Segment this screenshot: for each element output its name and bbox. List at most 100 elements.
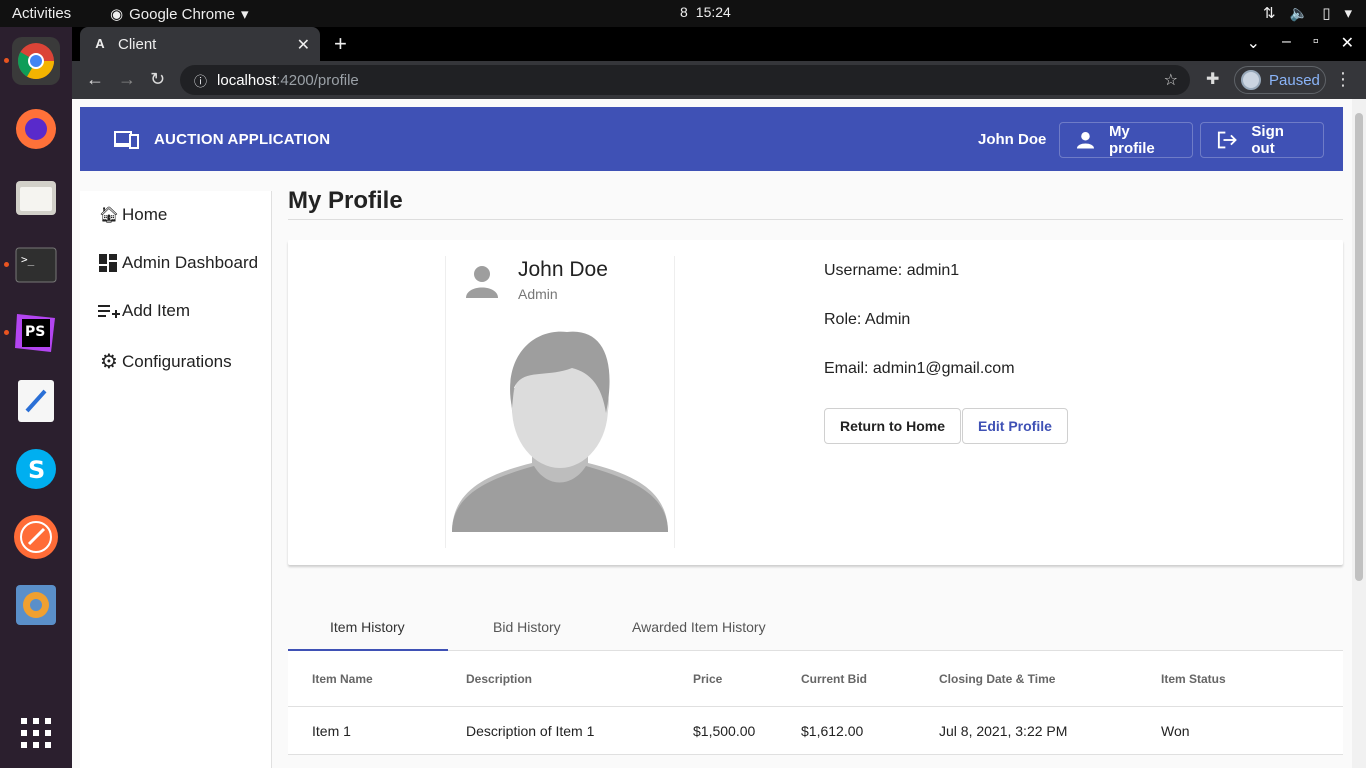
logout-icon <box>1217 131 1237 149</box>
username-text: Username: admin1 <box>824 262 960 279</box>
sign-out-button[interactable]: Sign out <box>1200 122 1324 158</box>
home-icon: 🏠︎ <box>98 207 120 224</box>
app-header: AUCTION APPLICATION John Doe My profile … <box>80 107 1343 171</box>
table-cell: Item 1 <box>312 723 351 739</box>
edit-profile-button[interactable]: Edit Profile <box>962 408 1068 444</box>
window-controls: ⌄ – ▫ ✕ <box>1247 33 1354 53</box>
bookmark-star-icon[interactable]: ☆ <box>1164 70 1178 90</box>
phpstorm-dock-icon[interactable]: PS <box>12 309 60 357</box>
table-cell: Jul 8, 2021, 3:22 PM <box>939 723 1068 739</box>
table-row[interactable]: Item 1 Description of Item 1 $1,500.00 $… <box>288 707 1343 755</box>
site-info-icon[interactable]: ⓘ <box>194 71 207 90</box>
close-window-icon[interactable]: ✕ <box>1341 33 1354 53</box>
files-dock-icon[interactable] <box>12 173 60 221</box>
tab-bid-history[interactable]: Bid History <box>493 619 561 635</box>
column-header[interactable]: Item Status <box>1161 672 1226 686</box>
app-menu-label: Google Chrome <box>129 5 235 23</box>
sidenav-item-add-item[interactable]: Add Item <box>98 301 190 321</box>
volume-icon: 🔈 <box>1289 5 1309 22</box>
angular-favicon-icon: A <box>95 36 105 51</box>
history-tabs: Item History Bid History Awarded Item Hi… <box>288 603 1343 651</box>
text-editor-dock-icon[interactable] <box>12 377 60 425</box>
reload-icon[interactable]: ↻ <box>150 69 165 90</box>
power-menu-chevron-icon: ▾ <box>1344 5 1352 22</box>
profile-card: John Doe Admin Username: admin1 Role: Ad… <box>288 240 1343 565</box>
show-apps-grid-icon[interactable] <box>12 709 60 757</box>
postman-dock-icon[interactable] <box>12 513 60 561</box>
column-header[interactable]: Price <box>693 672 722 686</box>
system-top-bar: Activities ◉ Google Chrome ▾ 8 15:24 ⇅ 🔈… <box>0 0 1366 27</box>
my-profile-label: My profile <box>1108 123 1155 157</box>
battery-icon: ▯ <box>1322 5 1331 22</box>
column-header[interactable]: Item Name <box>312 672 373 686</box>
forward-arrow-icon[interactable]: → <box>118 69 136 90</box>
column-header[interactable]: Closing Date & Time <box>939 672 1055 686</box>
role-text: Role: Admin <box>824 311 911 328</box>
browser-toolbar: ← → ↻ ⓘ localhost:4200/profile ☆ ✚ Pause… <box>72 61 1366 99</box>
network-icon: ⇅ <box>1262 5 1276 22</box>
avatar-large <box>452 331 668 532</box>
dock: >_ PS S <box>0 27 72 768</box>
svg-text:PS: PS <box>25 324 45 340</box>
column-header[interactable]: Current Bid <box>801 672 867 686</box>
sidenav-label: Admin Dashboard <box>122 253 259 272</box>
tab-awarded-item-history[interactable]: Awarded Item History <box>632 619 766 635</box>
column-header[interactable]: Description <box>466 672 532 686</box>
sidenav-label: Home <box>122 205 168 224</box>
firefox-dock-icon[interactable] <box>12 105 60 153</box>
system-tray[interactable]: ⇅ 🔈 ▯ ▾ <box>1263 4 1352 22</box>
sidenav-label: Add Item <box>122 301 191 320</box>
devices-icon <box>114 131 139 149</box>
sidenav-item-home[interactable]: 🏠︎ Home <box>98 205 168 225</box>
avatar-small <box>466 266 498 298</box>
maximize-icon[interactable]: ▫ <box>1313 33 1319 53</box>
scrollbar-thumb[interactable] <box>1355 113 1363 581</box>
browser-tab[interactable]: A Client ✕ <box>80 27 320 61</box>
tab-item-history[interactable]: Item History <box>330 619 405 635</box>
tab-search-icon[interactable]: ⌄ <box>1247 33 1260 53</box>
back-arrow-icon[interactable]: ← <box>86 69 104 90</box>
browser-window: A Client ✕ + ⌄ – ▫ ✕ ← → ↻ ⓘ localhost:4… <box>72 27 1366 768</box>
chrome-dock-icon[interactable] <box>12 37 60 85</box>
tab-strip: A Client ✕ + ⌄ – ▫ ✕ <box>72 27 1366 61</box>
profile-paused-button[interactable]: Paused <box>1234 66 1326 94</box>
my-profile-button[interactable]: My profile <box>1059 122 1193 158</box>
activities-button[interactable]: Activities <box>12 5 71 22</box>
meld-dock-icon[interactable] <box>12 581 60 629</box>
skype-dock-icon[interactable]: S <box>12 445 60 493</box>
table-cell: $1,612.00 <box>801 723 864 739</box>
browser-tab-title: Client <box>118 35 157 53</box>
sidenav-item-admin-dashboard[interactable]: Admin Dashboard <box>98 253 258 273</box>
svg-text:>_: >_ <box>21 253 35 266</box>
table-cell: $1,500.00 <box>693 723 756 739</box>
table-cell: Description of Item 1 <box>466 723 595 739</box>
profile-role: Admin <box>518 286 558 302</box>
minimize-icon[interactable]: – <box>1282 33 1291 53</box>
close-tab-icon[interactable]: ✕ <box>297 35 310 55</box>
playlist-add-icon <box>98 305 120 318</box>
url-host: localhost <box>217 71 277 89</box>
url-path: :4200/profile <box>276 71 359 89</box>
sidenav-label: Configurations <box>122 351 232 371</box>
terminal-dock-icon[interactable]: >_ <box>12 241 60 289</box>
sign-out-label: Sign out <box>1251 123 1284 157</box>
clock[interactable]: 8 15:24 <box>680 4 731 20</box>
gear-icon: ⚙ <box>100 351 118 373</box>
paused-label: Paused <box>1269 71 1320 89</box>
page-scrollbar[interactable] <box>1352 99 1366 768</box>
extensions-puzzle-icon[interactable]: ✚ <box>1206 69 1219 89</box>
table-cell: Won <box>1161 723 1190 739</box>
new-tab-button[interactable]: + <box>334 31 347 57</box>
app-brand[interactable]: AUCTION APPLICATION <box>114 129 330 149</box>
chrome-small-icon: ◉ <box>110 6 124 23</box>
sidenav-item-configurations[interactable]: ⚙ Configurations <box>98 349 232 374</box>
person-icon <box>1076 131 1094 149</box>
clock-time: 15:24 <box>695 4 731 20</box>
app-menu[interactable]: ◉ Google Chrome ▾ <box>110 5 249 24</box>
browser-menu-icon[interactable]: ⋮ <box>1334 69 1352 90</box>
return-home-button[interactable]: Return to Home <box>824 408 961 444</box>
profile-avatar-card: John Doe Admin <box>445 256 675 548</box>
page-title: My Profile <box>288 187 403 214</box>
chevron-down-icon: ▾ <box>240 6 249 23</box>
address-bar[interactable]: ⓘ localhost:4200/profile ☆ <box>180 65 1190 95</box>
